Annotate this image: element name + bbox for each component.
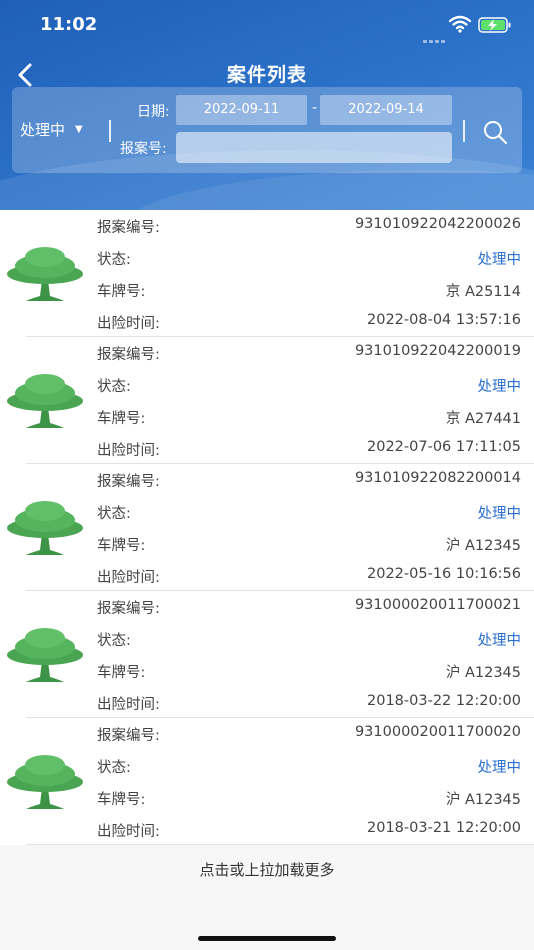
plate-value: 沪 A12345 — [445, 792, 521, 808]
status-value: 处理中 — [477, 633, 522, 649]
filter-panel: 处理中 ▼ 日期: 2022-09-11 - 2022-09-14 报案号: — [12, 87, 522, 173]
status-value: 处理中 — [477, 506, 522, 522]
case-no-label: 报案编号: — [97, 601, 160, 617]
search-icon[interactable] — [482, 119, 508, 145]
case-item[interactable]: 报案编号: 931000020011700021 状态: 处理中 车牌号: 沪 A12… — [0, 591, 534, 718]
plate-value: 沪 A12345 — [445, 538, 521, 554]
plate-label: 车牌号: — [97, 665, 146, 681]
time-label: 出险时间: — [97, 443, 160, 459]
case-no-input[interactable] — [176, 132, 452, 163]
date-end-field[interactable]: 2022-09-14 — [320, 95, 452, 125]
cellular-signal-icon — [423, 28, 447, 47]
time-value: 2022-05-16 10:16:56 — [367, 566, 521, 582]
case-item[interactable]: 报案编号: 931000020011700020 状态: 处理中 车牌号: 沪 A12… — [0, 718, 534, 845]
case-list: 报案编号: 931010922042200026 状态: 处理中 车牌号: 京 A25… — [0, 210, 534, 845]
status-dropdown-value: 处理中 — [20, 121, 66, 139]
page-title: 案件列表 — [226, 64, 307, 86]
plate-value: 京 A25114 — [445, 284, 521, 300]
status-dropdown[interactable]: 处理中 ▼ — [20, 119, 83, 140]
case-no-label: 报案编号: — [97, 220, 160, 236]
case-no-value: 931010922082200014 — [354, 470, 521, 486]
time-label: 出险时间: — [97, 316, 160, 332]
status-time: 11:02 — [40, 14, 98, 35]
case-no-value: 931010922042200026 — [354, 216, 521, 232]
case-no-label: 报案编号: — [97, 728, 160, 744]
case-no-value: 931010922042200019 — [354, 343, 521, 359]
case-item[interactable]: 报案编号: 931010922042200026 状态: 处理中 车牌号: 京 A25… — [0, 210, 534, 337]
status-value: 处理中 — [477, 760, 522, 776]
plate-value: 京 A27441 — [445, 411, 521, 427]
plate-value: 沪 A12345 — [445, 665, 521, 681]
case-no-value: 931000020011700020 — [354, 724, 521, 740]
plate-label: 车牌号: — [97, 538, 146, 554]
time-label: 出险时间: — [97, 824, 160, 840]
home-indicator[interactable] — [198, 936, 336, 941]
case-item[interactable]: 报案编号: 931010922042200019 状态: 处理中 车牌号: 京 A27… — [0, 337, 534, 464]
date-separator: - — [312, 100, 318, 116]
time-label: 出险时间: — [97, 570, 160, 586]
status-label: 状态: — [97, 252, 131, 268]
status-value: 处理中 — [477, 252, 522, 268]
case-no-label: 报案编号: — [97, 474, 160, 490]
battery-charging-icon — [478, 17, 511, 33]
load-more-button[interactable]: 点击或上拉加载更多 — [0, 859, 534, 880]
load-more-area: 点击或上拉加载更多 — [0, 846, 534, 950]
status-value: 处理中 — [477, 379, 522, 395]
plate-label: 车牌号: — [97, 411, 146, 427]
divider — [109, 120, 111, 142]
time-value: 2018-03-21 12:20:00 — [367, 820, 521, 836]
date-start-field[interactable]: 2022-09-11 — [176, 95, 307, 125]
divider — [463, 120, 465, 142]
status-label: 状态: — [97, 506, 131, 522]
case-no-label: 报案号: — [120, 141, 167, 157]
wifi-icon — [449, 15, 471, 33]
tree-logo-icon — [7, 501, 83, 555]
time-value: 2018-03-22 12:20:00 — [367, 693, 521, 709]
case-no-label: 报案编号: — [97, 347, 160, 363]
tree-logo-icon — [7, 247, 83, 301]
plate-label: 车牌号: — [97, 792, 146, 808]
tree-logo-icon — [7, 374, 83, 428]
case-item[interactable]: 报案编号: 931010922082200014 状态: 处理中 车牌号: 沪 A12… — [0, 464, 534, 591]
status-label: 状态: — [97, 633, 131, 649]
time-value: 2022-07-06 17:11:05 — [367, 439, 521, 455]
tree-logo-icon — [7, 755, 83, 809]
status-label: 状态: — [97, 379, 131, 395]
status-label: 状态: — [97, 760, 131, 776]
chevron-down-icon: ▼ — [75, 124, 83, 135]
date-label: 日期: — [137, 104, 170, 120]
plate-label: 车牌号: — [97, 284, 146, 300]
time-value: 2022-08-04 13:57:16 — [367, 312, 521, 328]
header: 11:02 案件列表 处理中 ▼ 日期: 2022-09-11 - 2022-0… — [0, 0, 534, 210]
tree-logo-icon — [7, 628, 83, 682]
time-label: 出险时间: — [97, 697, 160, 713]
divider — [26, 844, 534, 845]
case-no-value: 931000020011700021 — [354, 597, 521, 613]
